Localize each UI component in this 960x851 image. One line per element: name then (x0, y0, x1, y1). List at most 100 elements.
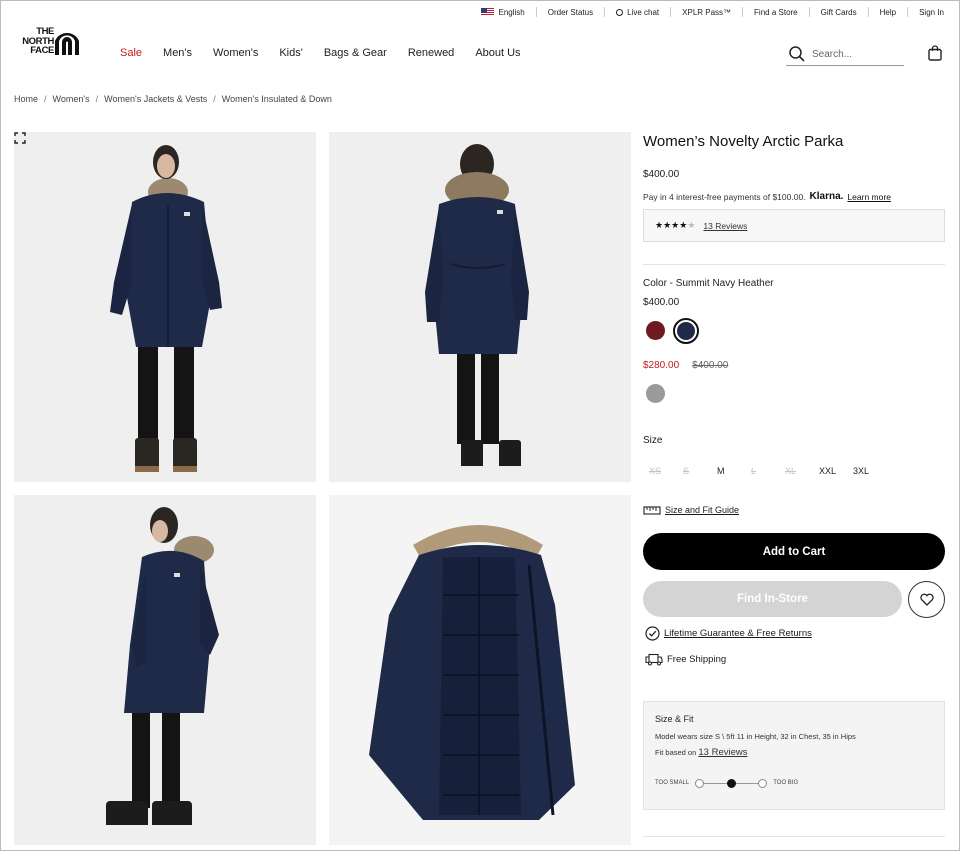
size-m[interactable]: M (711, 466, 745, 480)
heart-icon (919, 593, 934, 606)
breadcrumb-jackets-vests[interactable]: Women's Jackets & Vests (104, 94, 207, 104)
ruler-icon (643, 506, 661, 515)
truck-icon (645, 653, 663, 666)
model-size-text: Model wears size S \ 5ft 11 in Height, 3… (655, 732, 856, 741)
utility-bar: English Order Status Live chat XPLR Pass… (470, 5, 944, 19)
nav-bags-gear[interactable]: Bags & Gear (324, 47, 387, 59)
fit-dot-small (695, 779, 705, 788)
search-icon[interactable] (788, 45, 806, 63)
size-l[interactable]: L (745, 466, 779, 480)
live-chat-link[interactable]: Live chat (604, 7, 670, 17)
original-price: $400.00 (692, 360, 729, 371)
north-face-logo[interactable]: THE NORTH FACE (14, 27, 80, 57)
sale-price-row: $280.00 $400.00 (643, 360, 728, 371)
nav-womens[interactable]: Women's (213, 47, 258, 59)
breadcrumb-separator: / (44, 94, 47, 104)
breadcrumb-womens[interactable]: Women's (53, 94, 90, 104)
swatch-summit-navy-heather[interactable] (677, 322, 695, 340)
free-shipping: Free Shipping (645, 653, 726, 666)
nav-renewed[interactable]: Renewed (408, 47, 454, 59)
klarna-text: Pay in 4 interest-free payments of $100.… (643, 191, 806, 202)
product-image-side[interactable] (14, 495, 316, 845)
search-bar (786, 43, 904, 66)
breadcrumb: Home / Women's / Women's Jackets & Vests… (14, 94, 332, 104)
size-xl[interactable]: XL (779, 466, 813, 480)
language-label: English (498, 7, 525, 17)
lifetime-guarantee-link[interactable]: Lifetime Guarantee & Free Returns (664, 628, 812, 639)
nav-sale[interactable]: Sale (120, 47, 142, 59)
star-rating: ★★★★★ (655, 220, 695, 231)
product-image-open[interactable] (329, 495, 631, 845)
check-circle-icon (645, 626, 660, 641)
size-xs[interactable]: XS (643, 466, 677, 480)
breadcrumb-home[interactable]: Home (14, 94, 38, 104)
star-empty-icon: ★ (687, 220, 696, 230)
fit-scale: TOO SMALL TOO BIG (655, 778, 798, 788)
model-back-illustration (425, 144, 529, 472)
section-divider (643, 264, 945, 265)
fit-based-prefix: Fit based on (655, 748, 697, 757)
gift-cards-link[interactable]: Gift Cards (808, 7, 868, 17)
product-price: $400.00 (643, 169, 680, 180)
klarna-learn-more-link[interactable]: Learn more (847, 192, 890, 202)
reviews-link[interactable]: 13 Reviews (703, 221, 747, 231)
sign-in-link[interactable]: Sign In (907, 7, 944, 17)
expand-icon[interactable] (14, 132, 26, 144)
size-fit-guide-label: Size and Fit Guide (665, 505, 740, 515)
main-nav: Sale Men's Women's Kids' Bags & Gear Ren… (120, 47, 542, 59)
star-filled-icon: ★ (663, 220, 672, 230)
shopping-bag-icon[interactable] (928, 45, 942, 61)
chat-icon (616, 8, 624, 16)
help-link[interactable]: Help (867, 7, 907, 17)
reviews-summary: ★★★★★ 13 Reviews (643, 209, 945, 242)
section-divider-bottom (643, 836, 945, 837)
fit-reviews-link[interactable]: 13 Reviews (698, 747, 747, 758)
size-3xl[interactable]: 3XL (847, 466, 881, 480)
fit-dot-big (758, 779, 768, 788)
product-title: Women’s Novelty Arctic Parka (643, 133, 844, 150)
lifetime-guarantee: Lifetime Guarantee & Free Returns (645, 626, 812, 641)
breadcrumb-separator: / (95, 94, 99, 104)
us-flag-icon (480, 8, 494, 16)
klarna-logo: Klarna. (809, 191, 844, 202)
xplr-pass-link[interactable]: XPLR Pass™ (670, 7, 742, 17)
product-image-front[interactable] (14, 132, 316, 482)
find-in-store-button[interactable]: Find In-Store (643, 581, 902, 617)
search-input[interactable] (812, 48, 892, 60)
logo-text: THE NORTH FACE (14, 27, 54, 56)
add-to-cart-button[interactable]: Add to Cart (643, 533, 945, 570)
jacket-open-illustration (369, 525, 575, 820)
size-fit-guide-link[interactable]: Size and Fit Guide (643, 505, 739, 515)
size-selector: XS S M L XL XXL 3XL (643, 466, 881, 480)
favorite-button[interactable] (908, 581, 945, 618)
size-fit-panel: Size & Fit Model wears size S \ 5ft 11 i… (643, 701, 945, 810)
sale-price: $280.00 (643, 360, 680, 371)
breadcrumb-separator: / (213, 94, 216, 104)
fit-dot-indicator (726, 779, 736, 788)
color-price: $400.00 (643, 297, 680, 308)
color-label: Color - Summit Navy Heather (643, 278, 774, 289)
live-chat-label: Live chat (627, 7, 660, 17)
nav-about-us[interactable]: About Us (475, 47, 520, 59)
swatch-grey[interactable] (646, 384, 665, 403)
klarna-message: Pay in 4 interest-free payments of $100.… (643, 191, 891, 202)
size-fit-title: Size & Fit (655, 714, 694, 724)
find-store-link[interactable]: Find a Store (742, 7, 809, 17)
size-s[interactable]: S (677, 466, 711, 480)
size-label: Size (643, 435, 663, 446)
nav-kids[interactable]: Kids' (279, 47, 303, 59)
model-front-illustration (110, 145, 222, 472)
star-filled-icon: ★ (655, 220, 664, 230)
too-small-label: TOO SMALL (655, 780, 690, 786)
breadcrumb-insulated-down[interactable]: Women's Insulated & Down (222, 94, 332, 104)
fit-based-text: Fit based on 13 Reviews (655, 747, 933, 758)
nav-mens[interactable]: Men's (163, 47, 192, 59)
swatch-burgundy[interactable] (646, 321, 665, 340)
free-shipping-label: Free Shipping (667, 654, 727, 665)
language-selector[interactable]: English (470, 7, 536, 17)
product-image-back[interactable] (329, 132, 631, 482)
half-dome-icon (55, 33, 79, 55)
size-xxl[interactable]: XXL (813, 466, 847, 480)
logo-line-3: FACE (30, 45, 54, 56)
order-status-link[interactable]: Order Status (535, 7, 604, 17)
